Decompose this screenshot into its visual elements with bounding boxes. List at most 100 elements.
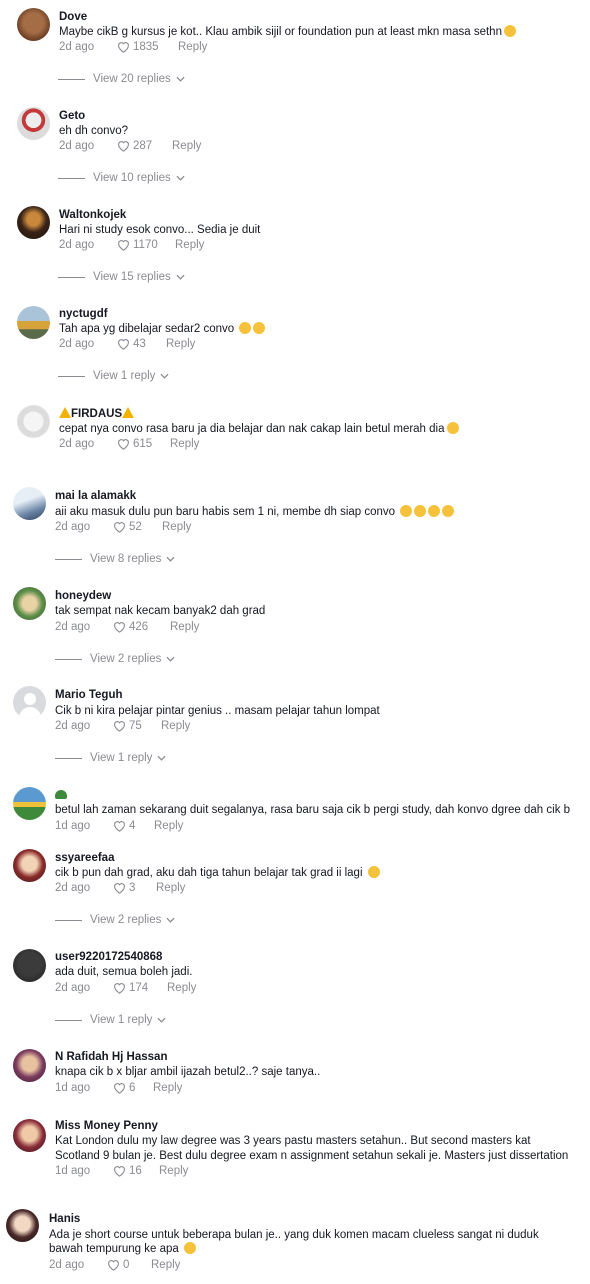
divider <box>58 375 85 377</box>
view-replies-label: View 10 replies <box>93 172 171 184</box>
avatar[interactable] <box>17 306 50 339</box>
username[interactable]: mai la alamakk <box>55 490 136 502</box>
view-replies-button[interactable]: View 1 reply <box>58 370 169 382</box>
avatar[interactable] <box>17 405 50 438</box>
woozy-emoji-icon <box>239 322 252 334</box>
username[interactable]: Hanis <box>49 1213 80 1225</box>
view-replies-label: View 8 replies <box>90 553 162 565</box>
like-count: 75 <box>129 720 142 732</box>
username-turtle[interactable] <box>55 790 67 802</box>
reply-button[interactable]: Reply <box>162 521 191 533</box>
view-replies-button[interactable]: View 15 replies <box>58 271 185 283</box>
comment-text: betul lah zaman sekarang duit segalanya,… <box>55 804 571 816</box>
like-button[interactable]: 16 <box>113 1165 142 1177</box>
view-replies-button[interactable]: View 20 replies <box>58 73 185 85</box>
reply-button[interactable]: Reply <box>151 1259 180 1271</box>
view-replies-button[interactable]: View 8 replies <box>55 553 175 565</box>
comment-text: knapa cik b x bljar ambil ijazah betul2.… <box>55 1066 321 1078</box>
username[interactable]: user9220172540868 <box>55 951 162 963</box>
username[interactable]: Waltonkojek <box>59 209 126 221</box>
avatar[interactable] <box>13 1049 46 1082</box>
like-count: 16 <box>129 1165 142 1177</box>
like-button[interactable]: 3 <box>113 882 135 894</box>
username[interactable]: Miss Money Penny <box>55 1120 158 1132</box>
like-button[interactable]: 426 <box>113 621 148 633</box>
like-button[interactable]: 174 <box>113 982 148 994</box>
comment-time: 2d ago <box>49 1259 85 1271</box>
reply-button[interactable]: Reply <box>170 621 199 633</box>
comment-time: 2d ago <box>59 41 95 53</box>
like-button[interactable]: 52 <box>113 521 142 533</box>
username[interactable]: nyctugdf <box>59 308 108 320</box>
reply-button[interactable]: Reply <box>166 338 195 350</box>
reply-button[interactable]: Reply <box>175 239 204 251</box>
comment-text: Ada je short course untuk beberapa bulan… <box>49 1229 539 1241</box>
view-replies-button[interactable]: View 2 replies <box>55 653 175 665</box>
avatar[interactable] <box>6 1209 39 1242</box>
username[interactable]: ssyareefaa <box>55 852 114 864</box>
view-replies-label: View 20 replies <box>93 73 171 85</box>
reply-button[interactable]: Reply <box>153 1082 182 1094</box>
disappointed-emoji-icon <box>428 505 441 517</box>
reply-button[interactable]: Reply <box>156 882 185 894</box>
reply-button[interactable]: Reply <box>178 41 207 53</box>
like-button[interactable]: 1835 <box>117 41 159 53</box>
avatar[interactable] <box>13 686 46 719</box>
like-count: 1170 <box>133 239 158 251</box>
comment-text: ada duit, semua boleh jadi. <box>55 966 193 978</box>
comment-text: Tah apa yg dibelajar sedar2 convo <box>59 323 235 335</box>
view-replies-button[interactable]: View 2 replies <box>55 914 175 926</box>
avatar[interactable] <box>13 849 46 882</box>
like-button[interactable]: 4 <box>113 820 135 832</box>
reply-button[interactable]: Reply <box>161 720 190 732</box>
view-replies-button[interactable]: View 1 reply <box>55 1014 166 1026</box>
avatar[interactable] <box>13 1119 46 1152</box>
chevron-down-icon <box>166 917 175 923</box>
username[interactable]: Dove <box>59 11 87 23</box>
comment-text: Maybe cikB g kursus je kot.. Klau ambik … <box>59 26 502 38</box>
disappointed-emoji-icon <box>414 505 427 517</box>
username[interactable]: honeydew <box>55 590 111 602</box>
like-count: 52 <box>129 521 142 533</box>
view-replies-label: View 1 reply <box>90 1014 153 1026</box>
reply-button[interactable]: Reply <box>167 982 196 994</box>
divider <box>58 276 85 278</box>
like-button[interactable]: 287 <box>117 140 152 152</box>
woozy-emoji-icon <box>253 322 266 334</box>
avatar[interactable] <box>13 587 46 620</box>
username-row[interactable]: FIRDAUS <box>59 407 135 420</box>
avatar[interactable] <box>13 787 46 820</box>
username[interactable]: Mario Teguh <box>55 689 123 701</box>
like-button[interactable]: 0 <box>107 1259 129 1271</box>
like-count: 6 <box>129 1082 136 1094</box>
avatar[interactable] <box>13 487 46 520</box>
comment-text: Cik b ni kira pelajar pintar genius .. m… <box>55 705 380 717</box>
like-count: 1835 <box>133 41 159 53</box>
reply-button[interactable]: Reply <box>172 140 201 152</box>
reply-button[interactable]: Reply <box>170 438 199 450</box>
avatar[interactable] <box>13 949 46 982</box>
disappointed-emoji-icon <box>400 505 413 517</box>
view-replies-button[interactable]: View 10 replies <box>58 172 185 184</box>
chevron-down-icon <box>176 274 185 280</box>
avatar[interactable] <box>17 107 50 140</box>
reply-button[interactable]: Reply <box>159 1165 188 1177</box>
like-button[interactable]: 6 <box>113 1082 135 1094</box>
grin-sweat-emoji-icon <box>503 25 516 37</box>
heart-icon <box>118 339 129 350</box>
like-button[interactable]: 75 <box>113 720 142 732</box>
like-button[interactable]: 615 <box>117 438 152 450</box>
divider <box>55 757 82 759</box>
like-button[interactable]: 43 <box>117 338 146 350</box>
avatar[interactable] <box>17 8 50 41</box>
like-count: 615 <box>133 438 153 450</box>
chevron-down-icon <box>166 656 175 662</box>
username[interactable]: N Rafidah Hj Hassan <box>55 1051 167 1063</box>
username[interactable]: Geto <box>59 110 85 122</box>
like-button[interactable]: 1170 <box>117 239 158 251</box>
view-replies-button[interactable]: View 1 reply <box>55 752 166 764</box>
reply-button[interactable]: Reply <box>154 820 183 832</box>
like-count: 174 <box>129 982 149 994</box>
avatar[interactable] <box>17 206 50 239</box>
like-count: 426 <box>129 621 149 633</box>
